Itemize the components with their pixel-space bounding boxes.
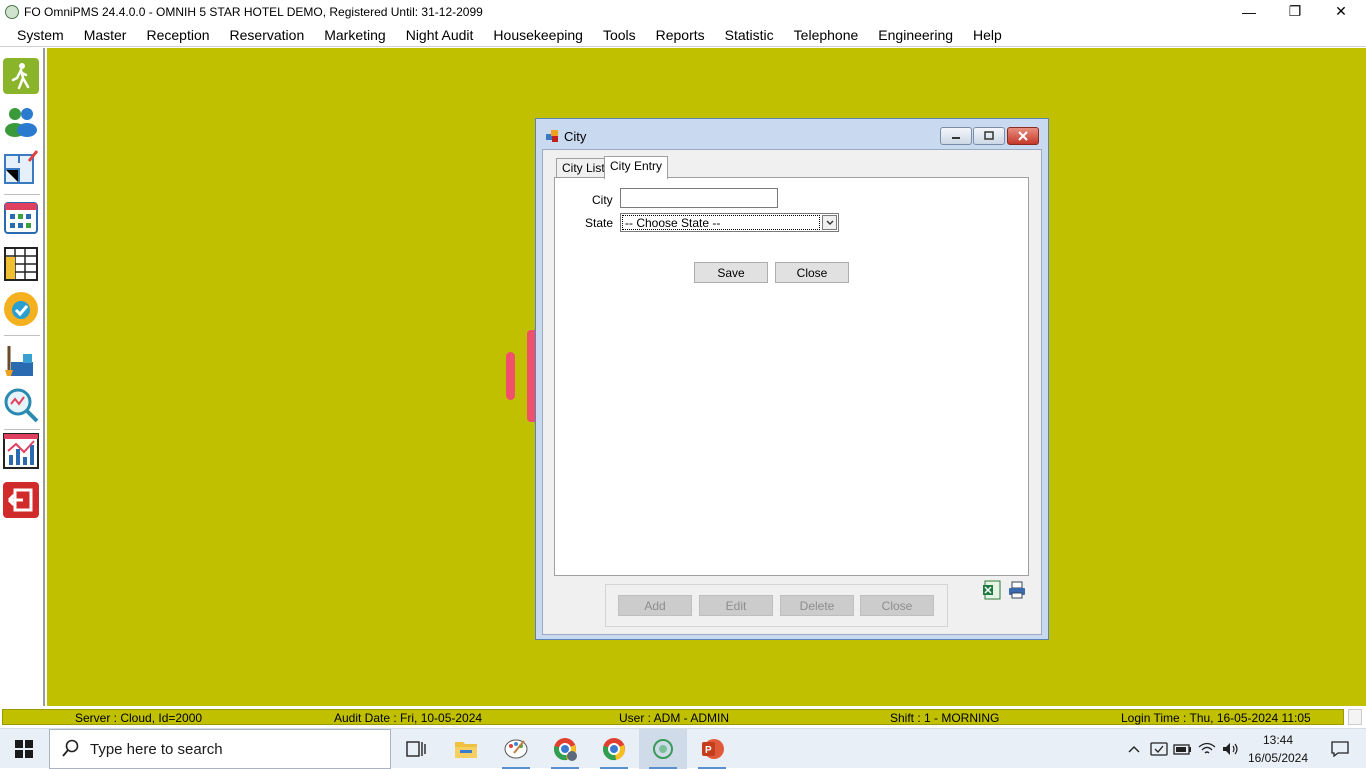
- status-login-time: Login Time : Thu, 16-05-2024 11:05: [1121, 711, 1311, 725]
- chrome-icon[interactable]: [590, 729, 638, 769]
- record-actions-group: Add Edit Delete Close: [605, 584, 948, 627]
- side-panel-handle[interactable]: [527, 330, 535, 422]
- print-icon[interactable]: [1007, 580, 1027, 600]
- menu-reports[interactable]: Reports: [646, 23, 715, 47]
- excel-export-icon[interactable]: [982, 580, 1002, 600]
- taskbar-search[interactable]: Type here to search: [49, 729, 391, 769]
- file-explorer-icon[interactable]: [442, 729, 490, 769]
- clock-time: 13:44: [1262, 733, 1294, 747]
- dialog-body: City List City Entry City State -- Choos…: [542, 149, 1042, 635]
- menu-system[interactable]: System: [0, 23, 74, 47]
- wifi-icon[interactable]: [1196, 729, 1218, 769]
- taskbar-clock[interactable]: 13:44 16/05/2024: [1240, 731, 1316, 767]
- menu-master[interactable]: Master: [74, 23, 137, 47]
- app-logo-icon: [5, 4, 19, 19]
- menu-tools[interactable]: Tools: [593, 23, 646, 47]
- omnipms-icon[interactable]: [639, 729, 687, 769]
- menu-night-audit[interactable]: Night Audit: [396, 23, 484, 47]
- availability-icon[interactable]: [3, 291, 39, 327]
- task-view-icon[interactable]: [392, 729, 440, 769]
- menu-reception[interactable]: Reception: [136, 23, 219, 47]
- clock-date: 16/05/2024: [1247, 751, 1309, 765]
- dialog-titlebar: City: [536, 119, 1048, 149]
- year-calendar-icon[interactable]: [3, 246, 39, 282]
- save-button[interactable]: Save: [694, 262, 768, 283]
- chevron-down-icon[interactable]: [822, 215, 837, 230]
- chrome-profile-icon[interactable]: [541, 729, 589, 769]
- menu-reservation[interactable]: Reservation: [220, 23, 315, 47]
- svg-text:P: P: [705, 745, 712, 756]
- search-icon: [62, 739, 80, 760]
- menu-engineering[interactable]: Engineering: [868, 23, 963, 47]
- menu-marketing[interactable]: Marketing: [314, 23, 395, 47]
- windows-taskbar: Type here to search P 13:44 16/05/2024: [0, 728, 1366, 769]
- menu-bar: System Master Reception Reservation Mark…: [0, 23, 1366, 47]
- search-placeholder: Type here to search: [90, 740, 223, 758]
- menu-housekeeping[interactable]: Housekeeping: [483, 23, 593, 47]
- state-label: State: [585, 216, 614, 230]
- close-window-button[interactable]: ✕: [1318, 0, 1364, 23]
- city-form-icon: [546, 130, 559, 142]
- volume-icon[interactable]: [1220, 729, 1242, 769]
- search-analytics-icon[interactable]: [3, 387, 39, 423]
- close-list-button[interactable]: Close: [860, 595, 934, 616]
- exit-icon[interactable]: [3, 482, 39, 518]
- powerpoint-icon[interactable]: P: [688, 729, 736, 769]
- window-titlebar: FO OmniPMS 24.4.0.0 - OMNIH 5 STAR HOTEL…: [0, 0, 1366, 23]
- close-form-button[interactable]: Close: [775, 262, 849, 283]
- status-audit-date: Audit Date : Fri, 10-05-2024: [334, 711, 483, 725]
- window-title: FO OmniPMS 24.4.0.0 - OMNIH 5 STAR HOTEL…: [24, 4, 483, 19]
- add-button[interactable]: Add: [618, 595, 692, 616]
- battery-icon[interactable]: [1172, 729, 1194, 769]
- sidebar-divider: [4, 335, 40, 336]
- security-icon[interactable]: [1148, 729, 1170, 769]
- state-selected-value: -- Choose State --: [622, 215, 820, 230]
- menu-help[interactable]: Help: [963, 23, 1012, 47]
- city-entry-panel: City State -- Choose State -- Save Close: [554, 177, 1029, 576]
- maximize-button[interactable]: ❐: [1272, 0, 1318, 23]
- dialog-close-button[interactable]: [1007, 127, 1039, 145]
- housekeeping-icon[interactable]: [3, 342, 39, 378]
- dialog-minimize-button[interactable]: [940, 127, 972, 145]
- status-shift: Shift : 1 - MORNING: [890, 711, 1000, 725]
- status-server: Server : Cloud, Id=2000: [75, 711, 203, 725]
- tab-city-list[interactable]: City List: [556, 158, 611, 178]
- status-bar-panel: Server : Cloud, Id=2000 Audit Date : Fri…: [2, 709, 1344, 725]
- tab-city-entry[interactable]: City Entry: [604, 156, 669, 179]
- status-user: User : ADM - ADMIN: [619, 711, 730, 725]
- statistics-chart-icon[interactable]: [3, 433, 39, 469]
- start-button[interactable]: [0, 729, 48, 769]
- city-label: City: [592, 193, 613, 207]
- minimize-button[interactable]: —: [1226, 0, 1272, 23]
- paint-icon[interactable]: [492, 729, 540, 769]
- notification-icon[interactable]: [1320, 729, 1360, 769]
- status-bar: Server : Cloud, Id=2000 Audit Date : Fri…: [0, 706, 1366, 728]
- menu-telephone[interactable]: Telephone: [784, 23, 869, 47]
- chevron-up-icon[interactable]: [1126, 729, 1142, 769]
- resize-grip[interactable]: [1348, 709, 1362, 725]
- sidebar-divider: [4, 429, 40, 430]
- state-select[interactable]: -- Choose State --: [620, 213, 839, 232]
- drag-handle[interactable]: [506, 352, 515, 400]
- quick-launch-sidebar: [0, 48, 45, 706]
- dialog-title: City: [564, 129, 587, 144]
- room-calendar-icon[interactable]: [3, 199, 39, 235]
- menu-statistic[interactable]: Statistic: [715, 23, 784, 47]
- dialog-maximize-button[interactable]: [973, 127, 1005, 145]
- sidebar-divider: [4, 194, 40, 195]
- city-dialog: City City List City Entry City State -- …: [535, 118, 1049, 640]
- delete-button[interactable]: Delete: [780, 595, 854, 616]
- walk-in-icon[interactable]: [3, 58, 39, 94]
- guests-icon[interactable]: [3, 103, 39, 139]
- edit-button[interactable]: Edit: [699, 595, 773, 616]
- floor-plan-icon[interactable]: [3, 149, 39, 185]
- city-input[interactable]: [620, 188, 778, 208]
